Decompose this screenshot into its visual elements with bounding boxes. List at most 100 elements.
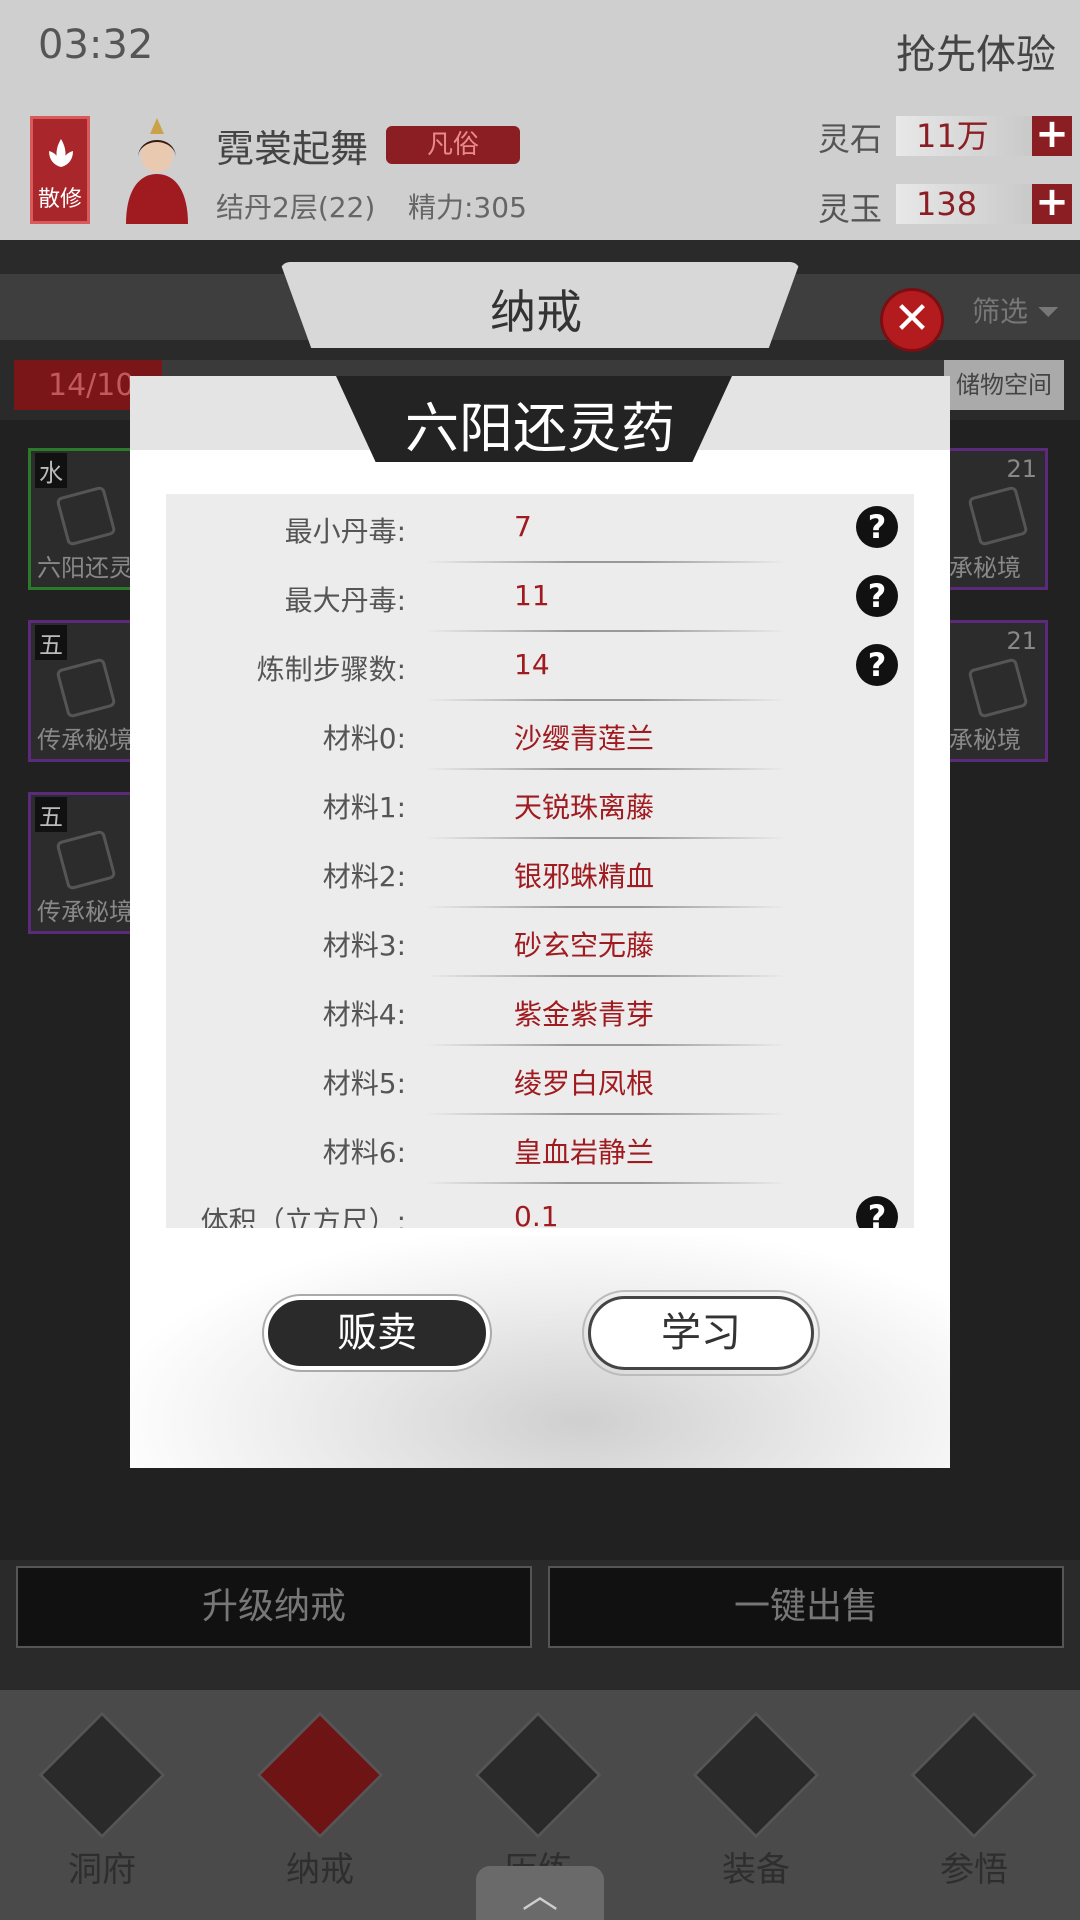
help-icon[interactable]: ? — [856, 506, 898, 548]
nav-item-ring[interactable]: 纳戒 — [256, 1711, 384, 1892]
scroll-map-icon — [967, 485, 1029, 547]
property-value: 14 — [514, 648, 550, 681]
cave-icon — [38, 1711, 166, 1839]
nav-label: 洞府 — [68, 1850, 136, 1890]
crossed-swords-icon — [474, 1711, 602, 1839]
nav-item-equipment[interactable]: 装备 — [692, 1711, 820, 1892]
slot-name: 六阳还灵 — [37, 554, 133, 582]
help-icon[interactable]: ? — [856, 575, 898, 617]
property-label: 材料5: — [322, 1067, 406, 1100]
sell-all-button[interactable]: 一键出售 — [548, 1566, 1064, 1648]
book-icon — [910, 1711, 1038, 1839]
nav-label: 参悟 — [940, 1850, 1008, 1890]
slot-grade: 五 — [35, 625, 67, 660]
upgrade-ring-button[interactable]: 升级纳戒 — [16, 1566, 532, 1648]
sword-icon — [692, 1711, 820, 1839]
player-energy: 精力:305 — [408, 191, 527, 224]
scroll-map-icon — [967, 657, 1029, 719]
property-value: 紫金紫青芽 — [514, 998, 655, 1031]
property-row: 最大丹毒: 11 ? — [166, 563, 914, 632]
item-detail-modal: 六阳还灵药 最小丹毒: 7 ? 最大丹毒: 11 ? 炼制步骤数: 14 ? 材… — [130, 376, 950, 1468]
property-label: 炼制步骤数: — [256, 653, 406, 686]
property-label: 材料1: — [322, 791, 406, 824]
property-row: 材料4: 紫金紫青芽 — [166, 977, 914, 1046]
inventory-slot[interactable]: 21 承秘境 — [940, 448, 1048, 590]
property-row: 材料2: 银邪蛛精血 — [166, 839, 914, 908]
filter-label: 筛选 — [972, 295, 1029, 328]
avatar[interactable] — [116, 112, 198, 224]
property-row: 材料0: 沙缨青莲兰 — [166, 701, 914, 770]
scroll-map-icon — [55, 829, 117, 891]
property-list: 最小丹毒: 7 ? 最大丹毒: 11 ? 炼制步骤数: 14 ? 材料0: 沙缨… — [166, 494, 914, 1228]
inventory-slot[interactable]: 五 传承秘境 — [28, 792, 136, 934]
slot-name: 传承秘境 — [37, 726, 133, 754]
filter-button[interactable]: 筛选 ⏷ — [972, 290, 1059, 330]
nav-item-training[interactable]: 历练 — [474, 1711, 602, 1892]
chevron-up-icon: ︿ — [521, 1875, 558, 1916]
close-icon: ✕ — [893, 293, 931, 344]
sell-button[interactable]: 贩卖 — [262, 1294, 492, 1372]
expand-menu-button[interactable]: ︿ — [476, 1866, 604, 1920]
property-row: 炼制步骤数: 14 ? — [166, 632, 914, 701]
rank-badge: 凡俗 — [386, 126, 520, 164]
inventory-slot[interactable]: 21 承秘境 — [940, 620, 1048, 762]
slot-name: 传承秘境 — [37, 898, 133, 926]
storage-space-button[interactable]: 储物空间 — [944, 360, 1064, 410]
player-realm: 结丹2层(22) — [216, 191, 376, 224]
lotus-icon — [49, 139, 73, 167]
property-row: 材料1: 天锐珠离藤 — [166, 770, 914, 839]
nav-label: 纳戒 — [286, 1850, 354, 1890]
inventory-slot[interactable]: 水 六阳还灵 — [28, 448, 136, 590]
property-label: 最小丹毒: — [284, 515, 406, 548]
close-button[interactable]: ✕ — [880, 288, 944, 352]
nav-item-comprehend[interactable]: 参悟 — [910, 1711, 1038, 1892]
sect-badge[interactable]: 散修 — [30, 116, 90, 224]
property-row: 体积（立方尺）: 0.1 ? — [166, 1184, 914, 1228]
spirit-jade-value: 138 — [896, 184, 1036, 224]
help-icon[interactable]: ? — [856, 1196, 898, 1228]
capacity-text: 14/10 — [48, 368, 135, 403]
scroll-map-icon — [55, 657, 117, 719]
property-label: 最大丹毒: — [284, 584, 406, 617]
early-access-link[interactable]: 抢先体验 — [896, 22, 1056, 80]
property-value: 沙缨青莲兰 — [514, 722, 655, 755]
ring-icon — [256, 1711, 384, 1839]
property-label: 材料4: — [322, 998, 406, 1031]
add-spirit-jade-button[interactable]: + — [1032, 182, 1072, 224]
player-name: 霓裳起舞 — [216, 127, 369, 171]
slot-name: 承秘境 — [949, 554, 1021, 582]
property-value: 天锐珠离藤 — [514, 791, 655, 824]
property-value: 绫罗白凤根 — [514, 1067, 655, 1100]
property-value: 砂玄空无藤 — [514, 929, 655, 962]
help-icon[interactable]: ? — [856, 644, 898, 686]
property-label: 体积（立方尺）: — [200, 1205, 406, 1228]
learn-button[interactable]: 学习 — [582, 1290, 820, 1376]
spirit-stone-label: 灵石 — [818, 120, 883, 158]
sect-label: 散修 — [37, 187, 82, 212]
slot-grade: 五 — [35, 797, 67, 832]
inventory-slot[interactable]: 五 传承秘境 — [28, 620, 136, 762]
nav-item-cave[interactable]: 洞府 — [38, 1711, 166, 1892]
property-value: 7 — [514, 510, 532, 543]
property-value: 皇血岩静兰 — [514, 1136, 655, 1169]
property-label: 材料3: — [322, 929, 406, 962]
ring-title: 纳戒 — [490, 285, 582, 339]
property-label: 材料2: — [322, 860, 406, 893]
filter-icon: ⏷ — [1036, 295, 1060, 328]
property-row: 最小丹毒: 7 ? — [166, 494, 914, 563]
property-value: 银邪蛛精血 — [514, 860, 655, 893]
add-spirit-stone-button[interactable]: + — [1032, 114, 1072, 156]
spirit-jade-label: 灵玉 — [818, 190, 883, 228]
property-value: 0.1 — [514, 1200, 559, 1228]
status-time: 03:32 — [38, 22, 154, 68]
slot-count: 21 — [1006, 627, 1037, 655]
property-label: 材料6: — [322, 1136, 406, 1169]
pill-icon — [55, 485, 117, 547]
slot-count: 21 — [1006, 455, 1037, 483]
property-value: 11 — [514, 579, 550, 612]
spirit-stone-value: 11万 — [896, 116, 1036, 156]
slot-name: 承秘境 — [949, 726, 1021, 754]
nav-label: 装备 — [722, 1850, 790, 1890]
property-row: 材料5: 绫罗白凤根 — [166, 1046, 914, 1115]
property-row: 材料6: 皇血岩静兰 — [166, 1115, 914, 1184]
